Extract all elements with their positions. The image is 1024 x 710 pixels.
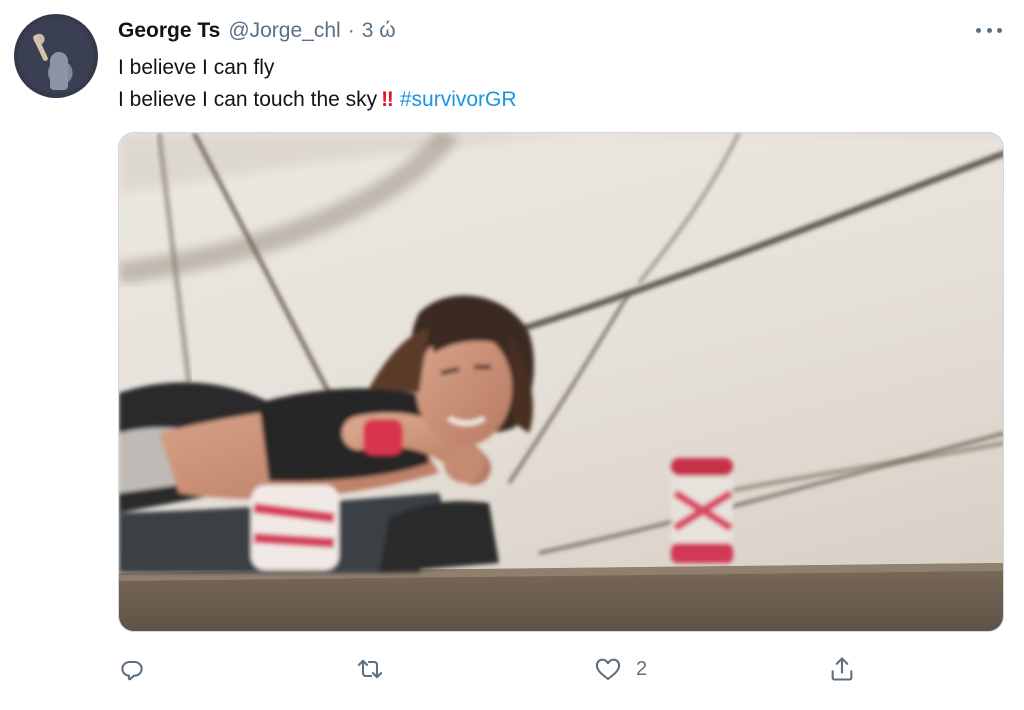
author-handle[interactable]: @Jorge_chl — [228, 19, 340, 43]
tweet-actions-bar: 2 — [118, 648, 1004, 690]
separator-dot: · — [347, 19, 355, 42]
share-button[interactable] — [828, 648, 856, 690]
more-options-button[interactable] — [974, 18, 1004, 42]
more-dot-icon — [986, 27, 992, 33]
retweet-icon — [357, 659, 383, 679]
more-dot-icon — [997, 27, 1002, 33]
like-button[interactable]: 2 — [594, 648, 647, 690]
share-icon — [831, 657, 853, 681]
like-icon — [595, 658, 621, 680]
like-count: 2 — [636, 657, 648, 680]
tweet-header: George Ts @Jorge_chl · 3 ώ — [118, 17, 396, 45]
reply-icon — [121, 660, 143, 681]
reply-button[interactable] — [118, 648, 146, 690]
author-name[interactable]: George Ts — [118, 19, 220, 43]
double-exclamation-icon: ‼ — [381, 88, 394, 111]
photo-of-woman-on-rope-course — [119, 133, 1003, 631]
retweet-button[interactable] — [356, 648, 384, 690]
tweet-text-line-1: I believe I can fly — [118, 56, 275, 79]
more-dot-icon — [976, 27, 981, 33]
tweet-text-line-2: I believe I can touch the sky ‼ #survivorG… — [118, 86, 517, 114]
avatar-figure-graphic — [50, 52, 68, 90]
author-avatar[interactable] — [14, 14, 98, 98]
tweet-media-photo[interactable] — [118, 132, 1004, 632]
avatar-arm-graphic — [32, 34, 49, 62]
tweet-timestamp[interactable]: 3 ώ — [362, 19, 396, 43]
tweet-text-line-2-body: I believe I can touch the sky — [118, 88, 378, 111]
tweet-card[interactable]: George Ts @Jorge_chl · 3 ώ I believe I c… — [0, 0, 1024, 710]
hashtag-link[interactable]: #survivorGR — [400, 88, 517, 111]
